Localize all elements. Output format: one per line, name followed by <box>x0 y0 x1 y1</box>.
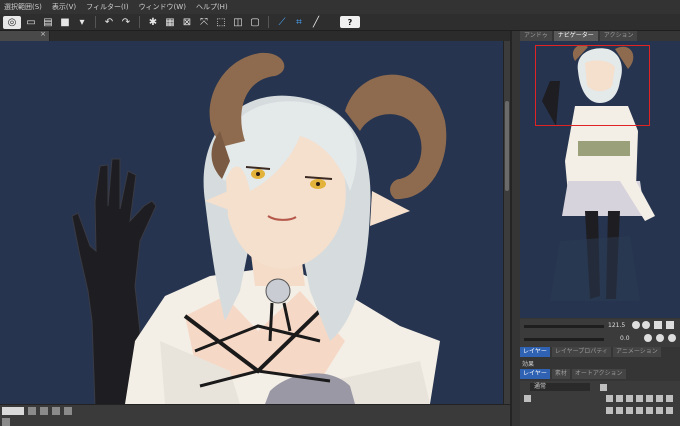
navigator-controls: 121.5 0.0 <box>520 319 680 347</box>
reset-rotation-icon[interactable] <box>668 334 676 342</box>
zoom-in-icon[interactable] <box>40 407 48 415</box>
toolbar-divider <box>139 16 140 28</box>
rotate-slider[interactable] <box>524 338 604 341</box>
rotate-right-icon[interactable] <box>656 334 664 342</box>
ruler-add-icon[interactable] <box>656 407 663 414</box>
navigator-preview[interactable] <box>520 41 680 318</box>
tab-layer-list[interactable]: レイヤー <box>520 369 550 379</box>
toolbar-divider <box>95 16 96 28</box>
layer-properties: 通常 <box>520 381 680 426</box>
scrollbar-thumb[interactable] <box>505 101 509 191</box>
status-bar <box>0 404 510 426</box>
deselect-icon[interactable]: ⬚ <box>214 16 228 29</box>
menu-help[interactable]: ヘルプ(H) <box>196 2 228 12</box>
nav-angle-value: 0.0 <box>620 335 630 342</box>
tab-action[interactable]: アクション <box>599 31 638 41</box>
new-file-icon[interactable]: ▭ <box>24 16 38 29</box>
clip-icon[interactable] <box>606 395 613 402</box>
navigator-viewport-frame[interactable] <box>535 45 650 126</box>
tab-animation[interactable]: アニメーション <box>612 347 661 357</box>
layer-tabs-secondary: レイヤー 素材 オートアクション <box>520 369 680 379</box>
clear-icon[interactable]: ✱ <box>146 16 160 29</box>
new-raster-layer-icon[interactable] <box>606 407 613 414</box>
zoom-in-icon[interactable] <box>642 321 650 329</box>
drawing-canvas[interactable] <box>0 41 503 404</box>
tab-material[interactable]: 素材 <box>551 369 570 379</box>
menu-bar: 選択範囲(S) 表示(V) フィルター(I) ウィンドウ(W) ヘルプ(H) <box>0 0 680 14</box>
command-bar: ◎ ▭ ▤ ■ ▾ ↶ ↷ ✱ ▦ ⊠ ⤧ ⬚ ◫ ▢ ⟋ ⌗ ╱ ? <box>0 14 680 31</box>
navigator-tabs: アンドゥ ナビゲーター アクション <box>520 31 680 41</box>
transform-icon[interactable]: ⊠ <box>180 16 194 29</box>
menu-filter[interactable]: フィルター(I) <box>86 2 128 12</box>
ruler-icon[interactable] <box>656 395 663 402</box>
layer-thumb-icon[interactable] <box>2 418 10 426</box>
rotate-icon[interactable] <box>64 407 72 415</box>
tab-layer-property[interactable]: レイヤープロパティ <box>551 347 611 357</box>
fit-icon[interactable] <box>52 407 60 415</box>
ref-layer-icon[interactable] <box>616 395 623 402</box>
help-button[interactable]: ? <box>340 16 360 28</box>
mask-icon[interactable] <box>646 395 653 402</box>
blend-mode-select[interactable]: 通常 <box>530 383 590 391</box>
merge-icon[interactable] <box>636 407 643 414</box>
invert-selection-icon[interactable]: ◫ <box>231 16 245 29</box>
border-selection-icon[interactable]: ▢ <box>248 16 262 29</box>
rotate-left-icon[interactable] <box>644 334 652 342</box>
mask-add-icon[interactable] <box>646 407 653 414</box>
open-file-icon[interactable]: ▤ <box>41 16 55 29</box>
save-icon[interactable]: ■ <box>58 16 72 29</box>
layer-tabs: レイヤー レイヤープロパティ アニメーション <box>520 347 680 357</box>
menu-select[interactable]: 選択範囲(S) <box>4 2 42 12</box>
fill-icon[interactable]: ▦ <box>163 16 177 29</box>
toolbar-divider <box>268 16 269 28</box>
character-artwork <box>71 52 447 404</box>
draft-icon[interactable] <box>626 395 633 402</box>
zoom-out-icon[interactable] <box>28 407 36 415</box>
menu-window[interactable]: ウィンドウ(W) <box>139 2 186 12</box>
tab-navigator[interactable]: ナビゲーター <box>553 31 598 41</box>
effect-label: 効果 <box>522 361 535 368</box>
flip-icon[interactable] <box>666 321 674 329</box>
document-tabs: × <box>0 30 510 41</box>
zoom-slider[interactable] <box>524 325 604 328</box>
lock-icon[interactable] <box>524 395 531 402</box>
menu-view[interactable]: 表示(V) <box>52 2 76 12</box>
redo-icon[interactable]: ↷ <box>119 16 133 29</box>
new-vector-layer-icon[interactable] <box>616 407 623 414</box>
delete-layer-icon[interactable] <box>666 407 673 414</box>
tab-auto-action[interactable]: オートアクション <box>571 369 626 379</box>
opacity-icon[interactable] <box>600 384 607 391</box>
nav-zoom-value: 121.5 <box>608 322 626 329</box>
undo-icon[interactable]: ↶ <box>102 16 116 29</box>
document-tab[interactable]: × <box>0 30 50 41</box>
grid-snap-icon[interactable]: ⌗ <box>292 16 306 29</box>
close-icon[interactable]: × <box>40 30 46 38</box>
canvas-scrollbar[interactable] <box>503 41 510 404</box>
right-panel: アンドゥ ナビゲーター アクション 121.5 0.0 レイヤー レイヤープロパ… <box>510 31 680 426</box>
ruler-snap-icon[interactable]: ⟋ <box>275 16 289 29</box>
dropdown-icon[interactable]: ▾ <box>75 16 89 29</box>
zoom-readout[interactable] <box>2 407 24 415</box>
zoom-out-icon[interactable] <box>632 321 640 329</box>
lock-transparent-icon[interactable] <box>636 395 643 402</box>
tab-layer[interactable]: レイヤー <box>520 347 550 357</box>
fit-view-icon[interactable] <box>654 321 662 329</box>
tab-undo[interactable]: アンドゥ <box>520 31 552 41</box>
app-logo-icon[interactable]: ◎ <box>3 15 21 29</box>
scale-icon[interactable]: ⤧ <box>197 16 211 29</box>
color-icon[interactable] <box>666 395 673 402</box>
new-folder-icon[interactable] <box>626 407 633 414</box>
special-ruler-icon[interactable]: ╱ <box>309 16 323 29</box>
